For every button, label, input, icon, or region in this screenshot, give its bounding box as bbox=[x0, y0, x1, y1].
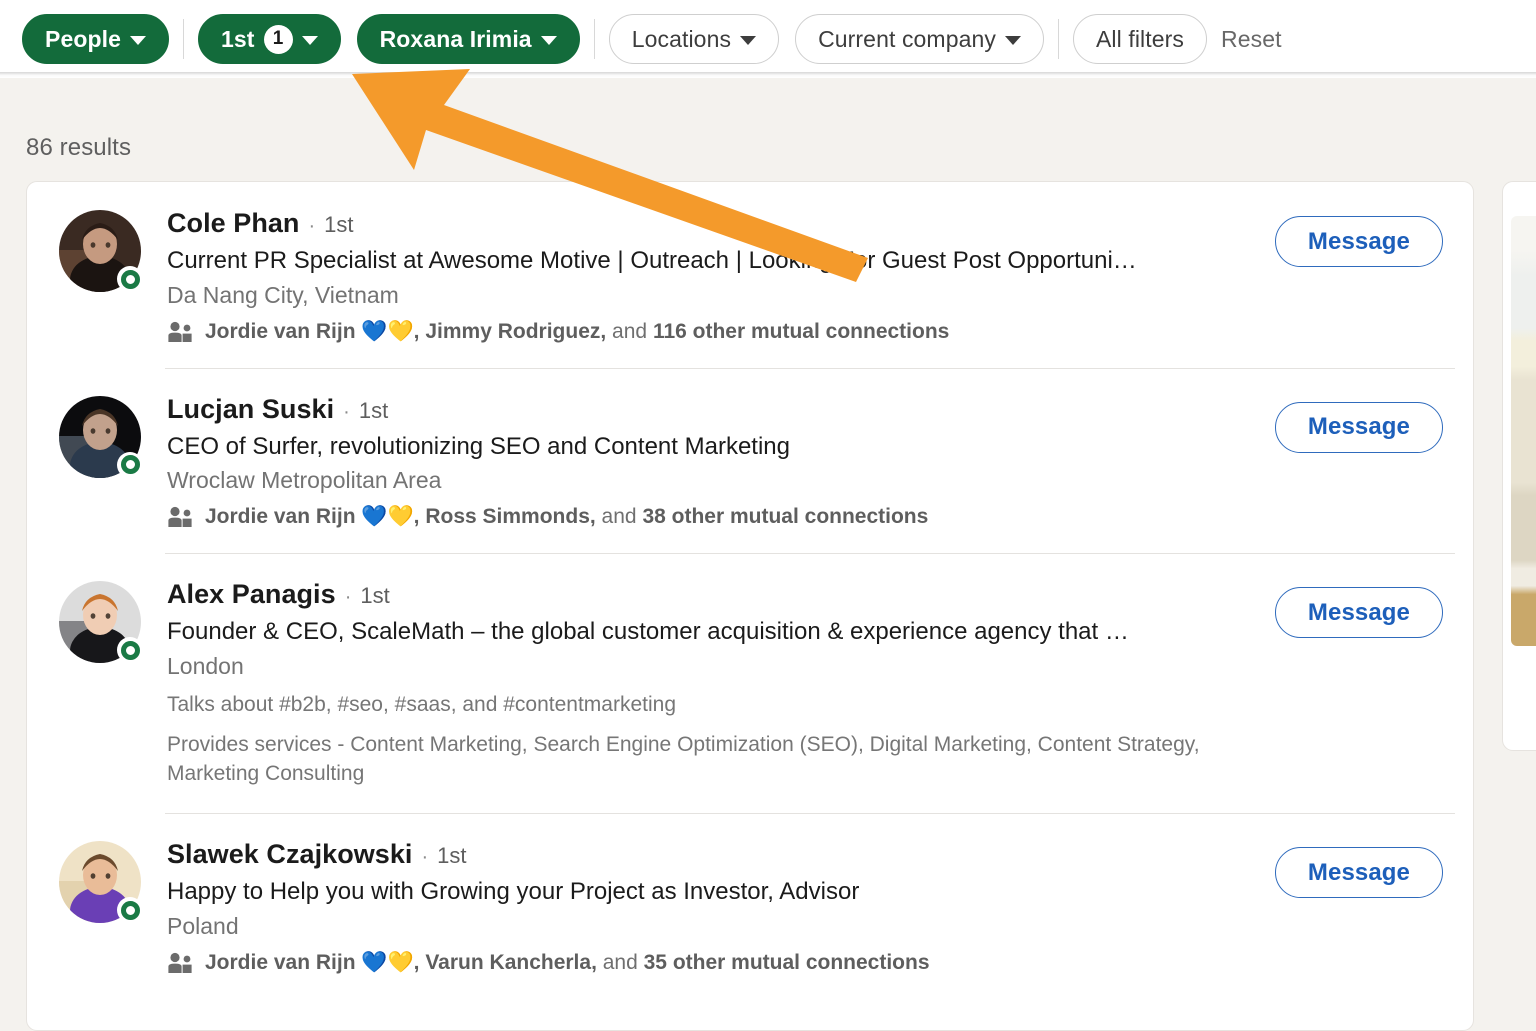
mutual-connections[interactable]: Jordie van Rijn 💙💛, Varun Kancherla, and… bbox=[167, 951, 1265, 975]
avatar[interactable] bbox=[59, 210, 141, 292]
filter-pill-connection[interactable]: 1st 1 bbox=[198, 14, 341, 64]
results-content: 86 results Cole Phan · 1st Current PR Speci… bbox=[0, 78, 1536, 1031]
mutual-names: Jordie van Rijn 💙💛, Varun Kancherla, bbox=[205, 951, 597, 974]
mutual-names: Jordie van Rijn 💙💛, Ross Simmonds, bbox=[205, 505, 596, 528]
mutual-connections-icon bbox=[167, 321, 193, 343]
all-filters-button[interactable]: All filters bbox=[1073, 14, 1207, 64]
mutual-connections[interactable]: Jordie van Rijn 💙💛, Ross Simmonds, and 3… bbox=[167, 505, 1265, 529]
connection-degree: 1st bbox=[359, 398, 388, 424]
name-separator: · bbox=[345, 586, 352, 609]
search-result-item: Cole Phan · 1st Current PR Specialist at Aw… bbox=[27, 182, 1473, 368]
mutual-others: 35 other mutual connections bbox=[644, 951, 930, 974]
mutual-connector: and bbox=[597, 951, 644, 974]
open-to-work-badge-icon bbox=[117, 897, 143, 923]
mutual-connections-text: Jordie van Rijn 💙💛, Jimmy Rodriguez, and… bbox=[205, 320, 949, 344]
search-filter-bar: People 1st 1 Roxana Irimia Locations Current … bbox=[0, 0, 1536, 78]
search-result-item: Slawek Czajkowski · 1st Happy to Help you w… bbox=[27, 813, 1473, 999]
avatar[interactable] bbox=[59, 396, 141, 478]
mutual-connector: and bbox=[596, 505, 643, 528]
filter-pill-count-badge: 1 bbox=[264, 25, 293, 54]
result-name[interactable]: Cole Phan bbox=[167, 208, 299, 239]
result-name-line: Alex Panagis · 1st bbox=[167, 579, 1265, 610]
connection-degree: 1st bbox=[324, 212, 353, 238]
result-body: Alex Panagis · 1st Founder & CEO, ScaleMath… bbox=[167, 579, 1275, 789]
message-button[interactable]: Message bbox=[1275, 402, 1443, 453]
result-location: London bbox=[167, 653, 1265, 680]
search-result-item: Lucjan Suski · 1st CEO of Surfer, revolutio… bbox=[27, 368, 1473, 554]
result-name[interactable]: Slawek Czajkowski bbox=[167, 839, 412, 870]
results-count: 86 results bbox=[26, 134, 131, 162]
chevron-down-icon bbox=[302, 36, 318, 45]
filter-pill-label: Roxana Irimia bbox=[380, 26, 532, 53]
mutual-connections-text: Jordie van Rijn 💙💛, Ross Simmonds, and 3… bbox=[205, 505, 928, 529]
result-body: Slawek Czajkowski · 1st Happy to Help you w… bbox=[167, 839, 1275, 975]
result-location: Da Nang City, Vietnam bbox=[167, 282, 1265, 309]
name-separator: · bbox=[308, 215, 315, 238]
right-rail-card bbox=[1502, 181, 1536, 751]
open-to-work-badge-icon bbox=[117, 452, 143, 478]
mutual-others: 116 other mutual connections bbox=[653, 320, 949, 343]
filter-divider bbox=[594, 19, 595, 59]
all-filters-label: All filters bbox=[1096, 26, 1184, 53]
mutual-connections-text: Jordie van Rijn 💙💛, Varun Kancherla, and… bbox=[205, 951, 930, 975]
message-button[interactable]: Message bbox=[1275, 587, 1443, 638]
filter-pill-connections-of[interactable]: Roxana Irimia bbox=[357, 14, 580, 64]
open-to-work-badge-icon bbox=[117, 637, 143, 663]
result-body: Cole Phan · 1st Current PR Specialist at Aw… bbox=[167, 208, 1275, 344]
avatar[interactable] bbox=[59, 841, 141, 923]
mutual-connections-icon bbox=[167, 952, 193, 974]
connection-degree: 1st bbox=[360, 583, 389, 609]
filter-pill-label: 1st bbox=[221, 26, 255, 53]
result-extra-line: Provides services - Content Marketing, S… bbox=[167, 731, 1265, 789]
chevron-down-icon bbox=[541, 36, 557, 45]
result-name-line: Slawek Czajkowski · 1st bbox=[167, 839, 1265, 870]
result-name-line: Lucjan Suski · 1st bbox=[167, 394, 1265, 425]
result-name[interactable]: Lucjan Suski bbox=[167, 394, 334, 425]
result-body: Lucjan Suski · 1st CEO of Surfer, revolutio… bbox=[167, 394, 1275, 530]
filter-pill-label: Locations bbox=[632, 26, 731, 53]
chevron-down-icon bbox=[740, 36, 756, 45]
result-extra-line: Talks about #b2b, #seo, #saas, and #cont… bbox=[167, 691, 1265, 720]
result-headline: Current PR Specialist at Awesome Motive … bbox=[167, 246, 1265, 277]
filter-divider bbox=[1058, 19, 1059, 59]
message-button[interactable]: Message bbox=[1275, 216, 1443, 267]
filter-pill-label: People bbox=[45, 26, 121, 53]
filter-pill-label: Current company bbox=[818, 26, 996, 53]
mutual-connector: and bbox=[606, 320, 653, 343]
reset-filters-button[interactable]: Reset bbox=[1207, 14, 1296, 64]
result-headline: Founder & CEO, ScaleMath – the global cu… bbox=[167, 617, 1265, 648]
result-name[interactable]: Alex Panagis bbox=[167, 579, 336, 610]
name-separator: · bbox=[421, 846, 428, 869]
filter-pill-locations[interactable]: Locations bbox=[609, 14, 779, 64]
result-location: Wroclaw Metropolitan Area bbox=[167, 467, 1265, 494]
connection-degree: 1st bbox=[437, 843, 466, 869]
filter-pill-people[interactable]: People bbox=[22, 14, 169, 64]
result-name-line: Cole Phan · 1st bbox=[167, 208, 1265, 239]
filter-pill-current-company[interactable]: Current company bbox=[795, 14, 1044, 64]
linkedin-search-results-page: People 1st 1 Roxana Irimia Locations Current … bbox=[0, 0, 1536, 1031]
name-separator: · bbox=[343, 401, 350, 424]
results-list: Cole Phan · 1st Current PR Specialist at Aw… bbox=[26, 181, 1474, 1031]
reset-label: Reset bbox=[1221, 26, 1282, 53]
filter-divider bbox=[183, 19, 184, 59]
chevron-down-icon bbox=[130, 36, 146, 45]
result-location: Poland bbox=[167, 913, 1265, 940]
mutual-others: 38 other mutual connections bbox=[642, 505, 928, 528]
message-button[interactable]: Message bbox=[1275, 847, 1443, 898]
right-rail-image bbox=[1511, 216, 1536, 646]
mutual-names: Jordie van Rijn 💙💛, Jimmy Rodriguez, bbox=[205, 320, 606, 343]
avatar[interactable] bbox=[59, 581, 141, 663]
mutual-connections-icon bbox=[167, 506, 193, 528]
open-to-work-badge-icon bbox=[117, 266, 143, 292]
mutual-connections[interactable]: Jordie van Rijn 💙💛, Jimmy Rodriguez, and… bbox=[167, 320, 1265, 344]
result-headline: Happy to Help you with Growing your Proj… bbox=[167, 877, 1265, 908]
result-headline: CEO of Surfer, revolutionizing SEO and C… bbox=[167, 432, 1265, 463]
chevron-down-icon bbox=[1005, 36, 1021, 45]
search-result-item: Alex Panagis · 1st Founder & CEO, ScaleMath… bbox=[27, 553, 1473, 813]
